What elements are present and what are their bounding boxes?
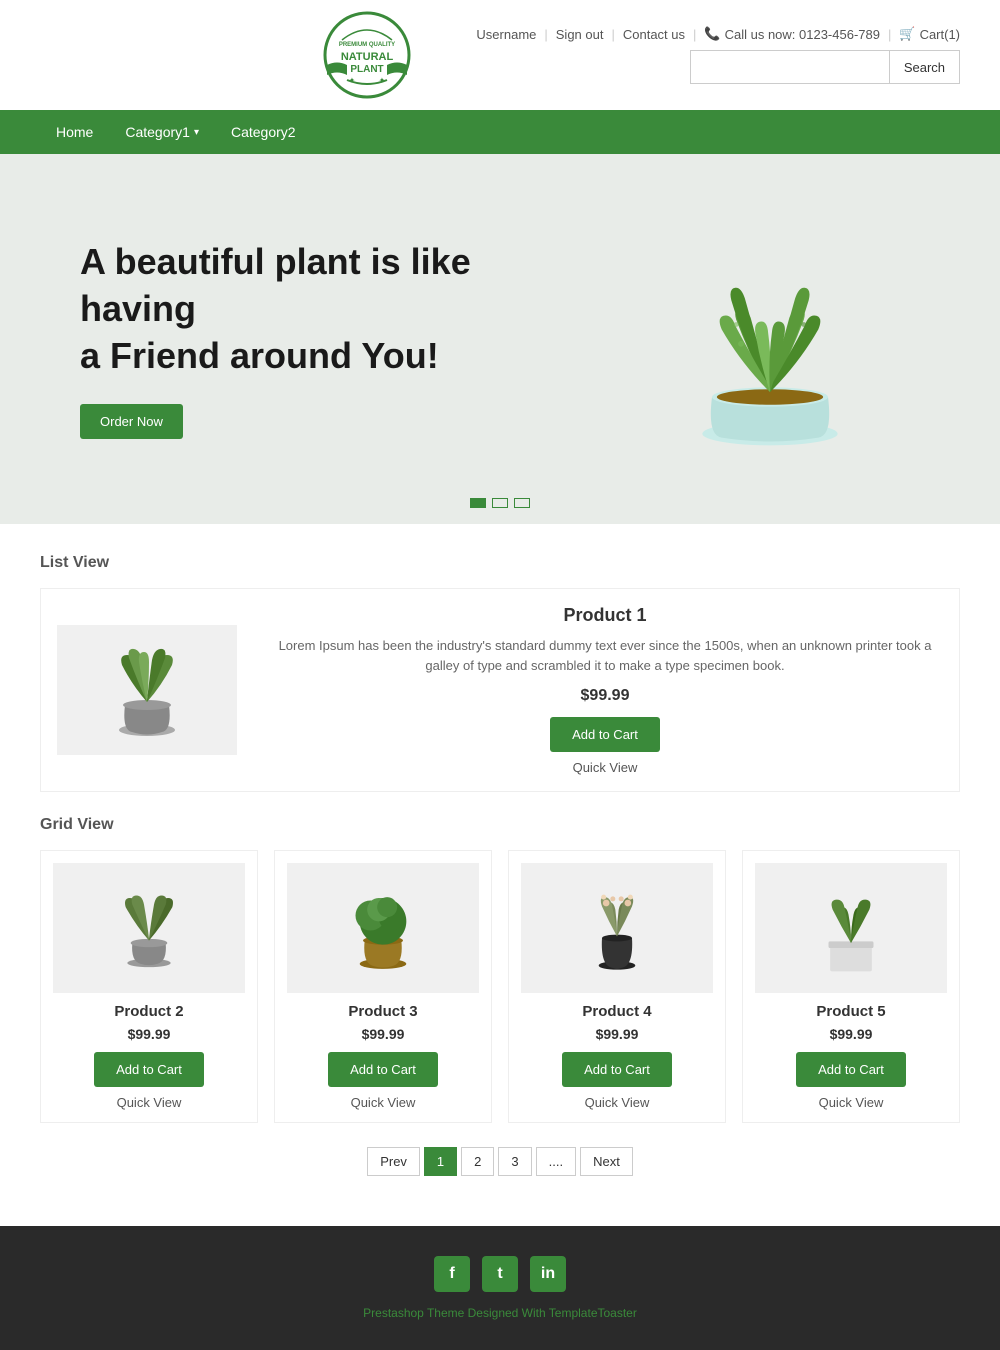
grid-add-to-cart-4[interactable]: Add to Cart [562,1052,672,1087]
grid-product-4-image [521,863,713,993]
search-bar: Search [690,50,960,84]
list-view-title: List View [40,554,960,572]
grid-product-3-svg [333,873,433,983]
phone-link: 📞 Call us now: 0123-456-789 [704,26,880,42]
nav-category1[interactable]: Category1 ▾ [109,110,215,154]
products-section: List View Product 1 Lorem Ipsum has been… [0,524,1000,1226]
list-product-name: Product 1 [267,605,943,626]
sep4: | [888,27,891,42]
grid-product-5-image [755,863,947,993]
grid-quick-view-2[interactable]: Quick View [53,1095,245,1110]
grid-product-5-price: $99.99 [755,1026,947,1042]
grid-add-to-cart-2[interactable]: Add to Cart [94,1052,204,1087]
grid-product-4-price: $99.99 [521,1026,713,1042]
top-links: Username | Sign out | Contact us | 📞 Cal… [476,26,960,42]
grid-item-2: Product 2 $99.99 Add to Cart Quick View [40,850,258,1123]
pagination: Prev 1 2 3 .... Next [40,1147,960,1176]
hero-plant-svg [620,194,920,484]
prev-button[interactable]: Prev [367,1147,420,1176]
grid-product-2-svg [99,873,199,983]
logo-area: PREMIUM QUALITY NATURAL PLANT ✦ ✦ [258,10,476,100]
top-bar: PREMIUM QUALITY NATURAL PLANT ✦ ✦ Userna… [0,0,1000,110]
list-product-details: Product 1 Lorem Ipsum has been the indus… [267,605,943,775]
page-1-button[interactable]: 1 [424,1147,457,1176]
carousel-dot-3[interactable] [514,498,530,508]
grid-product-3-image [287,863,479,993]
hero-plant-image [620,194,920,484]
grid-product-4-svg [567,873,667,983]
header-right: Username | Sign out | Contact us | 📞 Cal… [476,26,960,84]
svg-text:PLANT: PLANT [351,64,384,75]
cart-link[interactable]: 🛒 Cart(1) [899,26,960,42]
phone-number: Call us now: 0123-456-789 [725,27,880,42]
svg-text:NATURAL: NATURAL [341,51,394,63]
list-product-image [57,625,237,755]
hero-section: A beautiful plant is like having a Frien… [0,154,1000,524]
grid-product-3-price: $99.99 [287,1026,479,1042]
sign-out-link[interactable]: Sign out [556,27,604,42]
grid-add-to-cart-5[interactable]: Add to Cart [796,1052,906,1087]
sep1: | [544,27,547,42]
order-now-button[interactable]: Order Now [80,404,183,439]
list-product-price: $99.99 [267,687,943,705]
next-button[interactable]: Next [580,1147,633,1176]
grid-add-to-cart-3[interactable]: Add to Cart [328,1052,438,1087]
contact-link[interactable]: Contact us [623,27,685,42]
cart-icon: 🛒 [899,26,915,42]
nav-home[interactable]: Home [40,110,109,154]
list-add-to-cart-button[interactable]: Add to Cart [550,717,660,752]
grid-item-3: Product 3 $99.99 Add to Cart Quick View [274,850,492,1123]
nav-category2[interactable]: Category2 [215,110,312,154]
page-3-button[interactable]: 3 [498,1147,531,1176]
grid-product-2-image [53,863,245,993]
hero-headline: A beautiful plant is like having a Frien… [80,239,500,379]
list-product-svg [82,630,212,750]
nav-bar: Home Category1 ▾ Category2 [0,110,1000,154]
grid-product-5-svg [801,873,901,983]
sep3: | [693,27,696,42]
cart-label: Cart(1) [920,27,960,42]
search-input[interactable] [690,50,890,84]
grid-product-2-name: Product 2 [53,1003,245,1020]
list-quick-view-link[interactable]: Quick View [267,760,943,775]
carousel-dot-2[interactable] [492,498,508,508]
carousel-dots [470,498,530,508]
grid-quick-view-3[interactable]: Quick View [287,1095,479,1110]
page-ellipsis-button[interactable]: .... [536,1147,576,1176]
chevron-down-icon: ▾ [194,127,199,138]
list-product-description: Lorem Ipsum has been the industry's stan… [267,636,943,675]
username-link[interactable]: Username [476,27,536,42]
grid-product-4-name: Product 4 [521,1003,713,1020]
phone-icon: 📞 [704,26,720,42]
hero-text: A beautiful plant is like having a Frien… [80,239,500,438]
footer-credit: Prestashop Theme Designed With TemplateT… [40,1306,960,1320]
grid-quick-view-5[interactable]: Quick View [755,1095,947,1110]
grid-view-title: Grid View [40,816,960,834]
grid-quick-view-4[interactable]: Quick View [521,1095,713,1110]
grid-view: Product 2 $99.99 Add to Cart Quick View [40,850,960,1123]
footer: f t in Prestashop Theme Designed With Te… [0,1226,1000,1350]
grid-product-2-price: $99.99 [53,1026,245,1042]
sep2: | [611,27,614,42]
search-button[interactable]: Search [890,50,960,84]
page-2-button[interactable]: 2 [461,1147,494,1176]
logo: PREMIUM QUALITY NATURAL PLANT ✦ ✦ [322,10,412,100]
grid-item-5: Product 5 $99.99 Add to Cart Quick View [742,850,960,1123]
grid-item-4: Product 4 $99.99 Add to Cart Quick View [508,850,726,1123]
list-view-item: Product 1 Lorem Ipsum has been the indus… [40,588,960,792]
svg-text:PREMIUM QUALITY: PREMIUM QUALITY [339,42,395,48]
grid-product-3-name: Product 3 [287,1003,479,1020]
grid-product-5-name: Product 5 [755,1003,947,1020]
carousel-dot-1[interactable] [470,498,486,508]
